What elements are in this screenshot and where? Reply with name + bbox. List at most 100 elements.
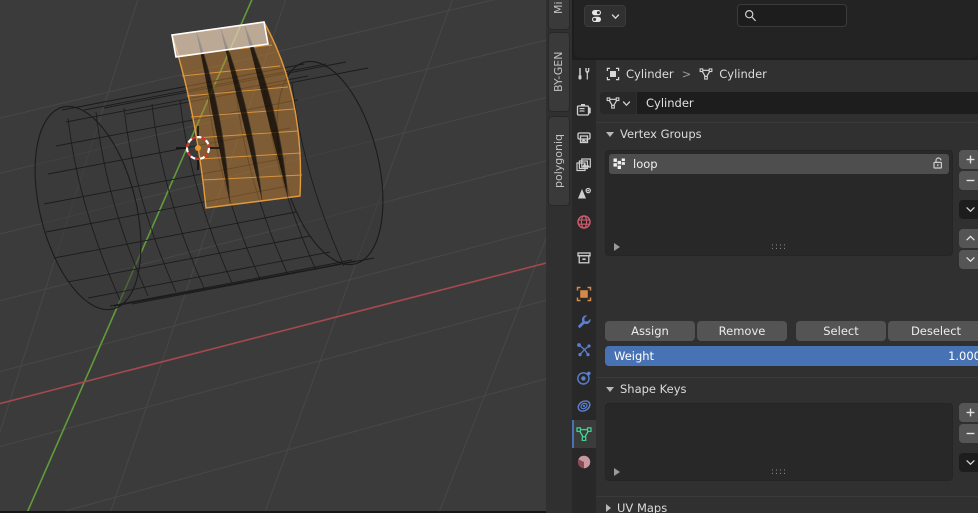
- assign-label: Assign: [631, 324, 669, 338]
- minus-icon: [966, 179, 974, 182]
- breadcrumb-data-label[interactable]: Cylinder: [719, 67, 767, 81]
- move-vertex-group-up[interactable]: [959, 229, 978, 248]
- tab-object-constraints[interactable]: [572, 392, 596, 420]
- tab-world[interactable]: [572, 208, 596, 236]
- tab-modifiers[interactable]: [572, 308, 596, 336]
- properties-body: Cylinder > Cylinder Cylinder Vertex Grou…: [596, 60, 978, 513]
- mesh-data-icon: [576, 427, 592, 442]
- panel-header-uv-maps[interactable]: UV Maps: [596, 496, 978, 513]
- blender-window: Mi BY-GEN polygoniq Cylinder > Cylinder …: [0, 0, 978, 513]
- group-vertex-icon: [613, 158, 625, 169]
- viewport-canvas: [0, 0, 546, 513]
- properties-editor: Cylinder > Cylinder Cylinder Vertex Grou…: [572, 0, 978, 513]
- tab-output[interactable]: [572, 124, 596, 152]
- panel-title-shape-keys: Shape Keys: [620, 382, 687, 396]
- minus-icon: [966, 432, 974, 435]
- resize-grip[interactable]: ::::: [771, 468, 787, 477]
- remove-button[interactable]: Remove: [697, 321, 787, 341]
- physics-orbit-icon: [577, 371, 591, 385]
- search-input[interactable]: [757, 9, 839, 22]
- move-vertex-group-down[interactable]: [959, 250, 978, 269]
- chevron-up-icon: [965, 235, 975, 241]
- mesh-name-field[interactable]: Cylinder: [637, 92, 978, 114]
- chevron-down-icon: [606, 131, 614, 137]
- select-button[interactable]: Select: [796, 321, 886, 341]
- panel-header-vertex-groups[interactable]: Vertex Groups: [596, 122, 978, 146]
- ntab-bygen[interactable]: BY-GEN: [548, 32, 570, 112]
- vertex-groups-list[interactable]: loop ::::: [605, 150, 953, 256]
- list-item[interactable]: loop: [609, 154, 949, 174]
- panel-title-uv-maps: UV Maps: [617, 501, 668, 513]
- chevron-down-icon: [611, 13, 619, 19]
- constraint-icon: [577, 400, 591, 412]
- tab-view-layer[interactable]: [572, 152, 596, 180]
- select-label: Select: [823, 324, 859, 338]
- collection-box-icon: [577, 252, 591, 264]
- tab-material[interactable]: [572, 448, 596, 476]
- chevron-down-icon: [606, 386, 614, 392]
- printer-icon: [577, 132, 591, 144]
- search-icon: [744, 9, 756, 22]
- tab-particles[interactable]: [572, 336, 596, 364]
- plus-icon: [966, 408, 974, 417]
- render-camera-icon: [576, 104, 591, 116]
- n-panel-tab-strip: Mi BY-GEN polygoniq: [546, 0, 572, 513]
- tab-scene[interactable]: [572, 180, 596, 208]
- remove-shape-key[interactable]: [959, 424, 978, 443]
- chevron-down-icon: [622, 100, 630, 106]
- shape-keys-list[interactable]: ::::: [605, 403, 953, 481]
- weight-slider[interactable]: Weight 1.000: [605, 346, 978, 366]
- browse-mesh-data-button[interactable]: [600, 92, 636, 114]
- deselect-label: Deselect: [910, 324, 962, 338]
- weight-value: 1.000: [948, 349, 978, 363]
- vertex-group-specials-menu[interactable]: [959, 200, 978, 219]
- editor-type-selector[interactable]: [584, 5, 626, 27]
- tab-object-data[interactable]: [572, 420, 596, 448]
- vertex-group-operator-row: Assign Remove Select Deselect: [605, 321, 978, 341]
- resize-grip[interactable]: ::::: [771, 243, 787, 252]
- 3d-viewport[interactable]: [0, 0, 546, 513]
- properties-tab-column: [572, 60, 596, 513]
- chevron-right-icon: [606, 504, 611, 512]
- shape-keys-side-buttons: [959, 403, 978, 472]
- tab-tool[interactable]: [572, 60, 596, 88]
- unlocked-icon[interactable]: [931, 156, 945, 173]
- properties-editor-icon: [591, 10, 601, 22]
- chevron-right-icon[interactable]: [614, 468, 620, 476]
- breadcrumb-separator: >: [681, 67, 692, 81]
- particles-icon: [577, 343, 591, 357]
- shape-key-specials-menu[interactable]: [959, 453, 978, 472]
- breadcrumb-object-label[interactable]: Cylinder: [626, 67, 674, 81]
- chevron-down-icon: [965, 257, 975, 263]
- tab-physics[interactable]: [572, 364, 596, 392]
- images-icon: [576, 158, 591, 172]
- mesh-data-icon: [699, 68, 713, 80]
- object-square-icon: [606, 67, 620, 81]
- chevron-right-icon[interactable]: [614, 243, 620, 251]
- deselect-button[interactable]: Deselect: [888, 321, 978, 341]
- mesh-data-icon: [606, 97, 619, 109]
- tab-object[interactable]: [572, 280, 596, 308]
- material-sphere-icon: [577, 455, 591, 469]
- tab-render[interactable]: [572, 96, 596, 124]
- chevron-down-icon: [965, 207, 975, 213]
- properties-header-bar: [574, 0, 978, 58]
- assign-button[interactable]: Assign: [605, 321, 695, 341]
- tab-collection[interactable]: [572, 244, 596, 272]
- vertex-groups-side-buttons: [959, 150, 978, 269]
- world-globe-icon: [577, 215, 591, 229]
- add-shape-key[interactable]: [959, 403, 978, 422]
- properties-search-field[interactable]: [737, 4, 847, 27]
- object-square-icon: [576, 286, 592, 302]
- ntab-misc[interactable]: Mi: [548, 0, 570, 30]
- add-vertex-group[interactable]: [959, 150, 978, 169]
- weight-label: Weight: [614, 349, 655, 363]
- tool-icon: [578, 68, 590, 80]
- wrench-icon: [577, 315, 591, 329]
- remove-vertex-group[interactable]: [959, 171, 978, 190]
- ntab-polygoniq[interactable]: polygoniq: [548, 116, 570, 206]
- vertex-group-name: loop: [633, 157, 658, 171]
- panel-header-shape-keys[interactable]: Shape Keys: [596, 377, 978, 401]
- plus-icon: [966, 155, 974, 164]
- mesh-name-value: Cylinder: [646, 96, 694, 110]
